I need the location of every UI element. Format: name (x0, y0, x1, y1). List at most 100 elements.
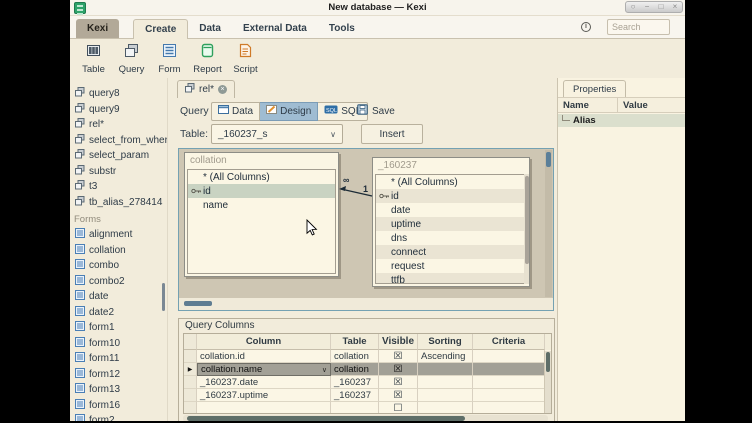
sidebar-item-form[interactable]: form11 (70, 351, 167, 367)
table-cell[interactable] (331, 402, 379, 414)
sorting-cell[interactable] (418, 363, 473, 376)
tab-close-icon[interactable]: × (218, 85, 227, 94)
sidebar-item-form[interactable]: form10 (70, 336, 167, 352)
field-row[interactable]: connect (376, 245, 526, 259)
sidebar-item-query[interactable]: substr (70, 164, 167, 180)
grid-row[interactable]: collation.id∨ collation ☒ Ascending (184, 350, 551, 363)
grid-row[interactable]: ∨ ☐ (184, 402, 551, 414)
properties-tab[interactable]: Properties (563, 80, 626, 97)
sidebar-item-form[interactable]: collation (70, 243, 167, 259)
minimize-button[interactable]: − (640, 2, 654, 12)
row-marker-cell[interactable] (184, 402, 197, 414)
create-script-button[interactable]: Script (229, 42, 262, 76)
field-row[interactable]: * (All Columns) (188, 170, 335, 184)
field-row[interactable]: dns (376, 231, 526, 245)
sidebar-item-form[interactable]: combo2 (70, 274, 167, 290)
visible-checkbox[interactable]: ☒ (379, 350, 418, 363)
sidebar-item-form[interactable]: date2 (70, 305, 167, 321)
table-box-160237[interactable]: _160237 * (All Columns) id date (372, 157, 530, 287)
sorting-cell[interactable] (418, 402, 473, 414)
tab-create[interactable]: Create (133, 19, 188, 39)
grid-row[interactable]: _160237.uptime∨ _160237 ☒ (184, 389, 551, 402)
search-input[interactable] (607, 19, 670, 35)
table-select[interactable]: _160237_s ∨ (211, 124, 343, 144)
sidebar-scrollbar[interactable] (162, 283, 165, 311)
column-cell[interactable]: collation.name∨ (197, 363, 331, 376)
tab-external-data[interactable]: External Data (232, 19, 318, 38)
table-cell[interactable]: collation (331, 363, 379, 376)
table-cell[interactable]: _160237 (331, 376, 379, 389)
sidebar-item-form[interactable]: form2 (70, 413, 167, 421)
sorting-cell[interactable]: Ascending (418, 350, 473, 363)
design-view-button[interactable]: Design (260, 102, 318, 121)
sidebar-item-query[interactable]: t3 (70, 179, 167, 195)
visible-checkbox[interactable]: ☒ (379, 363, 418, 376)
criteria-cell[interactable] (473, 376, 545, 389)
canvas-vertical-scrollbar[interactable] (545, 150, 552, 297)
column-cell[interactable]: ∨ (197, 402, 331, 414)
sidebar-item-form[interactable]: combo (70, 258, 167, 274)
visible-checkbox[interactable]: ☒ (379, 376, 418, 389)
sidebar-item-query[interactable]: tb_alias_278414 (70, 195, 167, 211)
criteria-cell[interactable] (473, 350, 545, 363)
sidebar-item-form[interactable]: date (70, 289, 167, 305)
grid-row[interactable]: collation.name∨ collation ☒ (184, 363, 551, 376)
sidebar-item-query[interactable]: query9 (70, 102, 167, 118)
grid-row[interactable]: _160237.date∨ _160237 ☒ (184, 376, 551, 389)
sidebar-item-form[interactable]: form1 (70, 320, 167, 336)
field-row[interactable]: name (188, 198, 335, 212)
maximize-button[interactable]: □ (654, 2, 668, 12)
property-row-alias[interactable]: Alias (558, 114, 685, 127)
sidebar-item-query[interactable]: rel* (70, 117, 167, 133)
table-cell[interactable]: collation (331, 350, 379, 363)
insert-button[interactable]: Insert (361, 124, 423, 144)
visible-checkbox[interactable]: ☒ (379, 389, 418, 402)
table-box-collation[interactable]: collation * (All Columns) id name (184, 152, 339, 277)
column-cell[interactable]: _160237.uptime∨ (197, 389, 331, 402)
tab-kexi[interactable]: Kexi (76, 19, 119, 38)
create-report-button[interactable]: Report (191, 42, 224, 76)
data-view-button[interactable]: Data (211, 102, 260, 121)
row-marker-cell[interactable] (184, 376, 197, 389)
sidebar-item-form[interactable]: form12 (70, 367, 167, 383)
sidebar-item-query[interactable]: select_param (70, 148, 167, 164)
grid-horizontal-scrollbar[interactable] (183, 415, 548, 421)
sorting-cell[interactable] (418, 376, 473, 389)
sidebar-item-form[interactable]: form16 (70, 398, 167, 414)
canvas-horizontal-scrollbar[interactable] (179, 298, 553, 310)
table-cell[interactable]: _160237 (331, 389, 379, 402)
tab-data[interactable]: Data (188, 19, 232, 38)
info-icon[interactable]: i (581, 22, 591, 32)
close-button[interactable]: × (668, 2, 682, 12)
field-row[interactable]: request (376, 259, 526, 273)
field-row[interactable]: id (188, 184, 335, 198)
row-marker-cell[interactable] (184, 389, 197, 402)
sidebar-item-query[interactable]: select_from_where (70, 133, 167, 149)
create-table-button[interactable]: Table (77, 42, 110, 76)
column-cell[interactable]: _160237.date∨ (197, 376, 331, 389)
column-cell[interactable]: collation.id∨ (197, 350, 331, 363)
circle-button[interactable]: ○ (626, 2, 640, 12)
visible-checkbox[interactable]: ☐ (379, 402, 418, 414)
row-marker-cell[interactable] (184, 350, 197, 363)
field-row[interactable]: id (376, 189, 526, 203)
sidebar-item-form[interactable]: alignment (70, 227, 167, 243)
criteria-cell[interactable] (473, 363, 545, 376)
field-row[interactable]: uptime (376, 217, 526, 231)
sorting-cell[interactable] (418, 389, 473, 402)
sidebar-item-query[interactable]: query8 (70, 86, 167, 102)
criteria-cell[interactable] (473, 389, 545, 402)
field-row[interactable]: date (376, 203, 526, 217)
row-marker-cell[interactable] (184, 363, 197, 376)
field-row[interactable]: * (All Columns) (376, 175, 526, 189)
field-list-scrollbar[interactable] (524, 174, 529, 284)
tab-tools[interactable]: Tools (318, 19, 366, 38)
sidebar-item-form[interactable]: form13 (70, 382, 167, 398)
grid-vertical-scrollbar[interactable] (544, 351, 551, 413)
save-button[interactable]: Save (353, 102, 399, 121)
field-row[interactable]: ttfb (376, 273, 526, 284)
relations-canvas[interactable]: collation * (All Columns) id name (179, 149, 553, 298)
create-query-button[interactable]: Query (115, 42, 148, 76)
document-tab-rel[interactable]: rel* × (177, 80, 235, 98)
create-form-button[interactable]: Form (153, 42, 186, 76)
